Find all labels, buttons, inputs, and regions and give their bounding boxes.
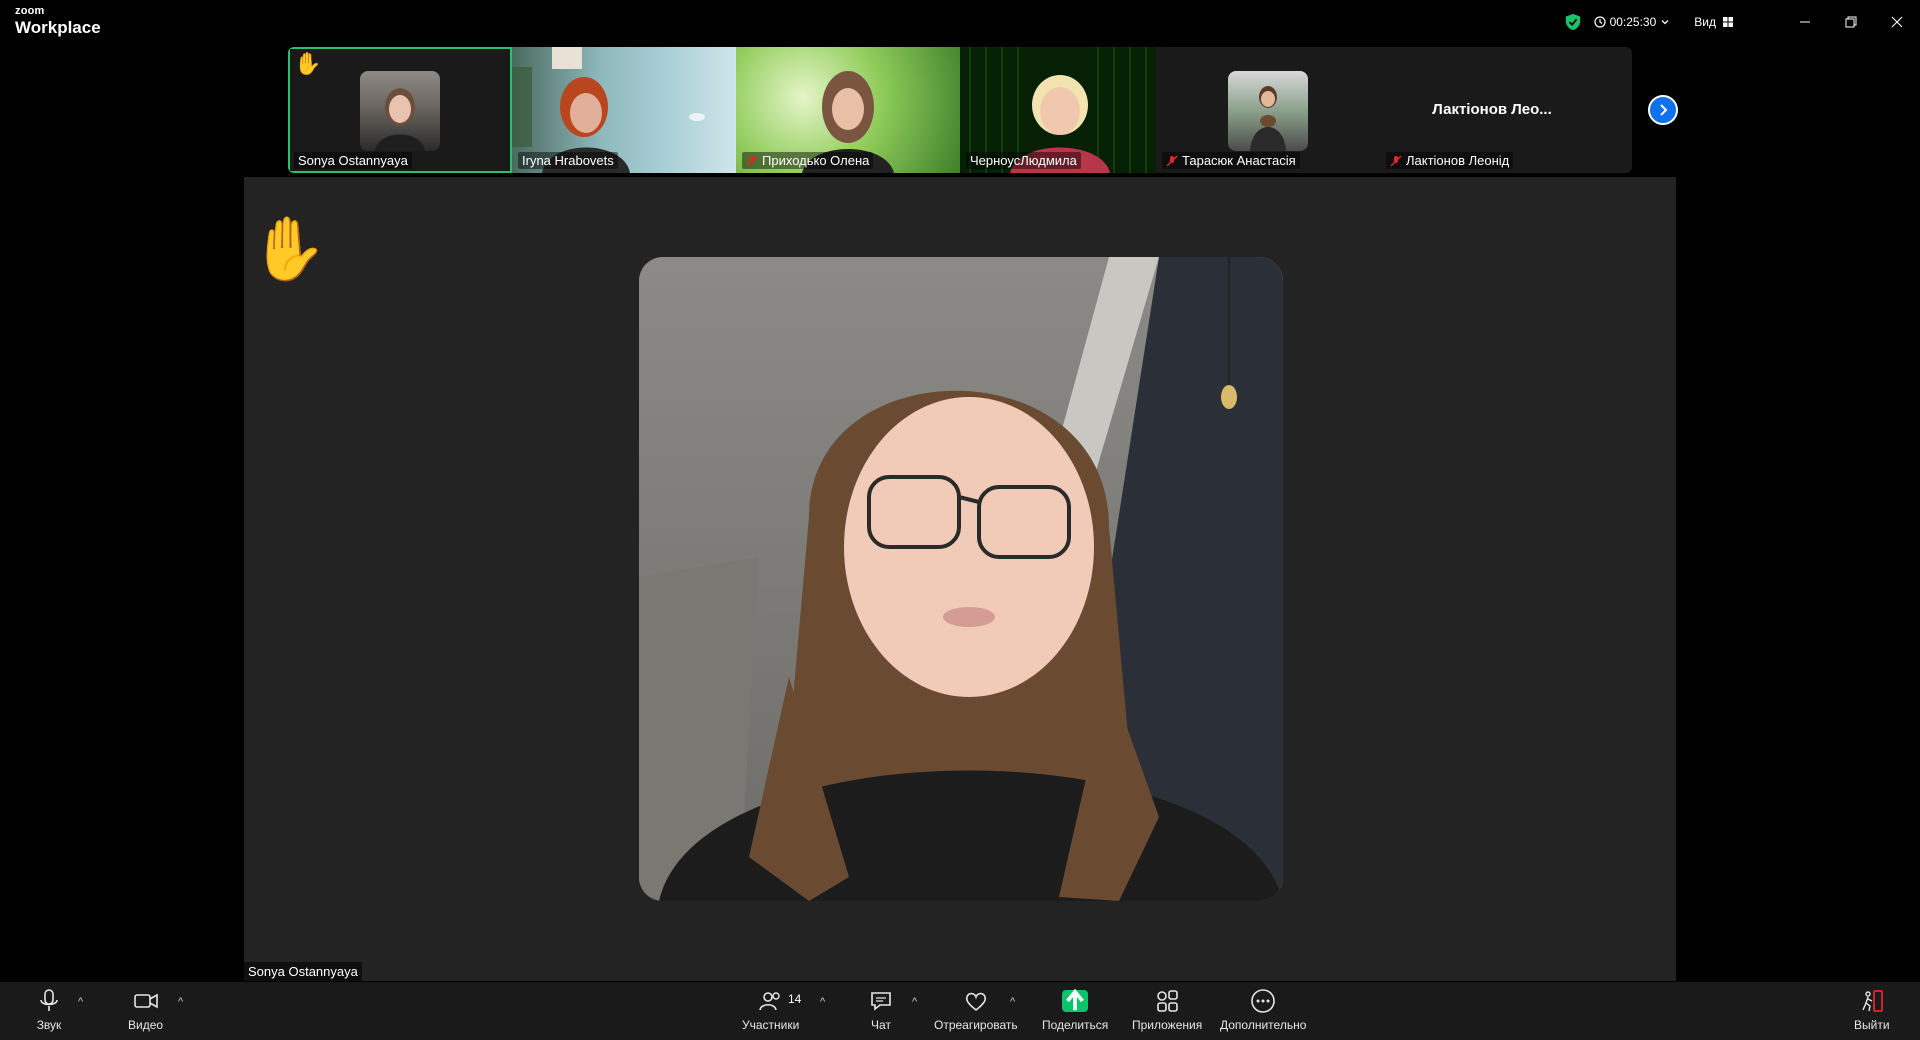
participant-tile[interactable]: Тарасюк Анастасія xyxy=(1156,47,1380,173)
audio-button[interactable]: Звук xyxy=(36,988,62,1032)
close-icon xyxy=(1891,16,1903,28)
speaker-photo xyxy=(639,257,1283,901)
zoom-logo: zoom Workplace xyxy=(15,5,101,37)
restore-button[interactable] xyxy=(1828,0,1874,44)
chevron-right-icon xyxy=(1660,104,1668,116)
mic-muted-icon xyxy=(1390,154,1402,167)
participant-tile[interactable]: ЧерноусЛюдмила xyxy=(960,47,1156,173)
exit-icon xyxy=(1862,990,1883,1012)
apps-label: Приложения xyxy=(1132,1018,1203,1032)
react-label: Отреагировать xyxy=(934,1018,1018,1032)
participants-icon xyxy=(758,992,780,1011)
participant-name: Iryna Hrabovets xyxy=(518,152,618,169)
react-options-caret[interactable]: ^ xyxy=(1010,996,1015,1008)
participant-filmstrip: ✋ Sonya Ostannyaya Iryna Hrabovets Прихо… xyxy=(288,47,1632,173)
heart-icon xyxy=(965,992,986,1012)
active-speaker-stage: ✋ Sonya Ostannyaya xyxy=(244,177,1676,981)
video-options-caret[interactable]: ^ xyxy=(178,996,183,1008)
close-button[interactable] xyxy=(1874,0,1920,44)
apps-icon xyxy=(1157,990,1178,1012)
person-photo-icon xyxy=(375,88,425,151)
logo-workplace: Workplace xyxy=(15,18,101,37)
chat-options-caret[interactable]: ^ xyxy=(912,996,917,1008)
react-button[interactable]: Отреагировать xyxy=(934,988,1018,1032)
chevron-down-icon xyxy=(1661,20,1669,25)
participant-name: ЧерноусЛюдмила xyxy=(966,152,1081,169)
title-bar: zoom Workplace 00:25:30 Вид xyxy=(0,0,1920,44)
security-shield-icon[interactable] xyxy=(1564,13,1582,31)
leave-button[interactable]: Выйти xyxy=(1854,988,1890,1032)
mic-muted-icon xyxy=(1166,154,1178,167)
participant-tile[interactable]: Лактіонов Лео... Лактіонов Леонід xyxy=(1380,47,1604,173)
participant-tile[interactable]: ✋ Sonya Ostannyaya xyxy=(288,47,512,173)
microphone-icon xyxy=(40,989,58,1011)
chat-button[interactable]: Чат xyxy=(868,988,894,1032)
apps-button[interactable]: Приложения xyxy=(1132,988,1202,1032)
grid-view-icon xyxy=(1723,17,1733,27)
clock-icon xyxy=(1593,16,1606,28)
participant-display-name: Лактіонов Лео... xyxy=(1432,101,1552,118)
raised-hand-icon: ✋ xyxy=(250,215,328,284)
raised-hand-icon: ✋ xyxy=(294,51,322,76)
video-button[interactable]: Видео xyxy=(128,988,163,1032)
participants-options-caret[interactable]: ^ xyxy=(820,996,825,1008)
avatar xyxy=(1228,71,1308,151)
mic-muted-icon xyxy=(746,154,758,167)
share-label: Поделиться xyxy=(1042,1018,1109,1032)
audio-options-caret[interactable]: ^ xyxy=(78,996,83,1008)
audio-label: Звук xyxy=(36,1018,62,1032)
video-camera-icon xyxy=(133,993,158,1009)
participant-name: Sonya Ostannyaya xyxy=(294,152,412,169)
speaker-video xyxy=(639,257,1283,901)
leave-label: Выйти xyxy=(1854,1018,1890,1032)
participants-count: 14 xyxy=(788,992,802,1006)
more-label: Дополнительно xyxy=(1220,1018,1307,1032)
video-label: Видео xyxy=(128,1018,164,1032)
view-label: Вид xyxy=(1694,15,1716,29)
share-screen-icon xyxy=(1062,988,1089,1012)
more-button[interactable]: Дополнительно xyxy=(1220,988,1306,1032)
share-button[interactable]: Поделиться xyxy=(1042,988,1108,1032)
avatar xyxy=(360,71,440,151)
logo-zoom: zoom xyxy=(15,5,45,17)
participant-name: Приходько Олена xyxy=(742,152,874,169)
participants-label: Участники xyxy=(742,1018,800,1032)
chat-icon xyxy=(871,992,891,1011)
more-icon xyxy=(1251,989,1275,1013)
meeting-toolbar: Звук ^ Видео ^ Участники 14 ^ Чат ^ Отре… xyxy=(0,982,1920,1040)
filmstrip-next-button[interactable] xyxy=(1648,95,1678,125)
restore-icon xyxy=(1845,16,1857,28)
chat-label: Чат xyxy=(871,1018,891,1032)
person-photo-icon xyxy=(1250,86,1286,151)
participant-tile[interactable]: Приходько Олена xyxy=(736,47,960,173)
timer-text: 00:25:30 xyxy=(1609,15,1657,29)
speaker-name-label: Sonya Ostannyaya xyxy=(244,962,362,981)
participant-tile[interactable]: Iryna Hrabovets xyxy=(512,47,736,173)
minimize-icon xyxy=(1800,21,1810,23)
view-button[interactable]: Вид xyxy=(1694,15,1734,29)
participant-name: Тарасюк Анастасія xyxy=(1162,152,1300,169)
meeting-timer[interactable]: 00:25:30 xyxy=(1593,15,1671,29)
minimize-button[interactable] xyxy=(1782,0,1828,44)
participant-name: Лактіонов Леонід xyxy=(1386,152,1514,169)
